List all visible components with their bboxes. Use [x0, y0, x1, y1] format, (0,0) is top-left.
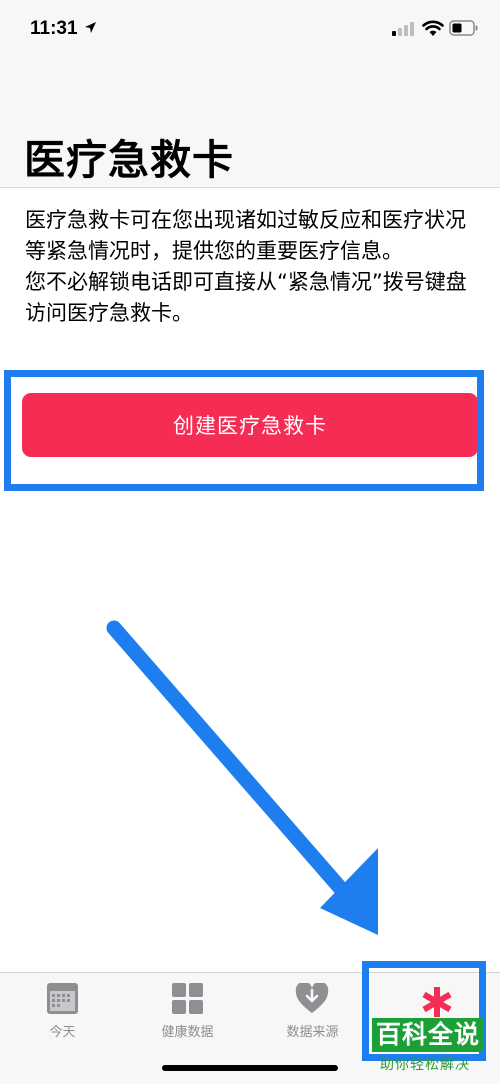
watermark-title: 百科全说 — [372, 1018, 485, 1052]
tab-health-data-label: 健康数据 — [161, 1025, 214, 1040]
watermark-subtitle: 助你轻松解决 — [380, 1057, 470, 1073]
tab-sources-label: 数据来源 — [286, 1025, 339, 1040]
watermark: 百科全说 助你轻松解决 — [372, 1018, 490, 1078]
tab-health-data[interactable]: 健康数据 — [125, 973, 250, 1053]
home-indicator[interactable] — [162, 1065, 338, 1071]
calendar-icon — [47, 983, 78, 1014]
annotation-arrow-icon — [106, 620, 378, 935]
tab-today-label: 今天 — [49, 1025, 76, 1040]
tab-sources[interactable]: 数据来源 — [250, 973, 375, 1053]
grid-icon — [172, 983, 203, 1014]
tab-today[interactable]: 今天 — [0, 973, 125, 1053]
heart-download-icon — [295, 983, 329, 1013]
